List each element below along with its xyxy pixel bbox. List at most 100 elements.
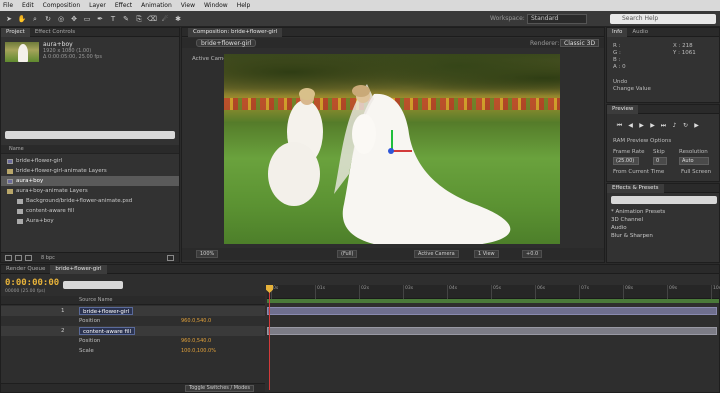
timeline-property-row[interactable]: Position 960.0,540.0 xyxy=(1,336,265,346)
timeline-property-row[interactable]: Position 960.0,540.0 xyxy=(1,316,265,326)
layer-2-duration-bar[interactable] xyxy=(267,327,717,335)
effects-category-item[interactable]: 3D Channel xyxy=(611,217,643,223)
project-item[interactable]: bride+flower-girl-animate Layers xyxy=(1,166,179,176)
timeline-layer-row[interactable]: 1 bride+flower-girl xyxy=(1,306,265,316)
audio-icon[interactable]: ♪ xyxy=(670,122,679,130)
property-value[interactable]: 960.0,540.0 xyxy=(181,338,211,344)
selection-tool-icon[interactable]: ➤ xyxy=(4,14,14,24)
menu-file[interactable]: File xyxy=(3,2,13,9)
effects-category-item[interactable]: * Animation Presets xyxy=(611,209,665,215)
info-x: X : 218 xyxy=(673,43,693,49)
ram-preview-icon[interactable]: ▶ xyxy=(692,122,701,130)
menu-edit[interactable]: Edit xyxy=(22,2,34,9)
frame-rate-dropdown[interactable]: (25.00) xyxy=(613,157,639,165)
layer-name[interactable]: bride+flower-girl xyxy=(79,307,134,315)
menu-help[interactable]: Help xyxy=(237,2,251,9)
tab-audio[interactable]: Audio xyxy=(627,28,653,37)
camera-orbit-icon[interactable]: ◎ xyxy=(56,14,66,24)
workspace-dropdown[interactable]: Standard xyxy=(527,14,587,24)
magnification-dropdown[interactable]: 100% xyxy=(196,250,219,258)
tab-composition[interactable]: Composition: bride+flower-girl xyxy=(188,27,283,37)
full-screen-checkbox[interactable]: Full Screen xyxy=(681,169,711,175)
gizmo-x-axis[interactable] xyxy=(392,150,412,152)
toggle-switches-modes[interactable]: Toggle Switches / Modes xyxy=(185,385,254,392)
project-item[interactable]: content-aware fill xyxy=(1,206,179,216)
skip-field[interactable]: 0 xyxy=(653,157,667,165)
exposure-field[interactable]: +0.0 xyxy=(522,250,543,258)
menu-composition[interactable]: Composition xyxy=(43,2,80,9)
menu-effect[interactable]: Effect xyxy=(115,2,132,9)
tab-preview[interactable]: Preview xyxy=(607,104,639,114)
timeline-layer-row[interactable]: 2 content-aware fill xyxy=(1,326,265,336)
tab-effects-presets[interactable]: Effects & Presets xyxy=(607,183,664,193)
tab-timeline-comp[interactable]: bride+flower-girl xyxy=(50,264,107,274)
first-frame-icon[interactable]: ⏮ xyxy=(615,122,624,130)
bpc-indicator[interactable]: 8 bpc xyxy=(41,255,55,261)
property-value[interactable]: 960.0,540.0 xyxy=(181,318,211,324)
pen-tool-icon[interactable]: ✒ xyxy=(95,14,105,24)
tab-info[interactable]: Info xyxy=(607,27,628,37)
project-item[interactable]: aura+boy-animate Layers xyxy=(1,186,179,196)
resolution-dropdown-preview[interactable]: Auto xyxy=(679,157,709,165)
rectangle-mask-icon[interactable]: ▭ xyxy=(82,14,92,24)
project-item-label: aura+boy-animate Layers xyxy=(16,188,88,194)
rotation-tool-icon[interactable]: ↻ xyxy=(43,14,53,24)
project-item[interactable]: Aura+boy xyxy=(1,216,179,226)
resolution-dropdown[interactable]: (Full) xyxy=(337,250,358,258)
zoom-tool-icon[interactable]: ⌕ xyxy=(30,14,40,24)
roto-brush-icon[interactable]: ☄ xyxy=(160,14,170,24)
project-item[interactable]: aura+boy xyxy=(1,176,179,186)
layer-name[interactable]: content-aware fill xyxy=(79,327,136,335)
trash-icon[interactable] xyxy=(167,255,174,261)
ruler-tick xyxy=(535,285,536,299)
interpret-footage-icon[interactable] xyxy=(5,255,12,261)
view-layout-dropdown[interactable]: 1 View xyxy=(474,250,499,258)
comp-breadcrumb[interactable]: bride+flower-girl xyxy=(196,39,257,47)
project-column-header[interactable]: Name xyxy=(1,145,179,154)
new-comp-icon[interactable] xyxy=(25,255,32,261)
effects-category-item[interactable]: Blur & Sharpen xyxy=(611,233,653,239)
current-time-display[interactable]: 0:00:00:00 xyxy=(5,278,59,288)
pan-behind-icon[interactable]: ✥ xyxy=(69,14,79,24)
layer-1-duration-bar[interactable] xyxy=(267,307,717,315)
from-current-time-checkbox[interactable]: From Current Time xyxy=(613,169,664,175)
project-item[interactable]: Background/bride+flower-animate.psd xyxy=(1,196,179,206)
new-folder-icon[interactable] xyxy=(15,255,22,261)
renderer-dropdown[interactable]: Classic 3D xyxy=(560,39,600,47)
clone-stamp-icon[interactable]: ⎘ xyxy=(134,14,144,24)
effects-search-input[interactable] xyxy=(611,196,717,204)
last-frame-icon[interactable]: ⏭ xyxy=(659,122,668,130)
next-frame-icon[interactable]: ▶ xyxy=(648,122,657,130)
tab-render-queue[interactable]: Render Queue xyxy=(1,265,50,274)
composition-viewer[interactable] xyxy=(224,54,560,244)
menu-window[interactable]: Window xyxy=(204,2,228,9)
eraser-icon[interactable]: ⌫ xyxy=(147,14,157,24)
brush-tool-icon[interactable]: ✎ xyxy=(121,14,131,24)
tab-project[interactable]: Project xyxy=(1,27,30,37)
ram-preview-options-label[interactable]: RAM Preview Options xyxy=(613,138,671,144)
search-help-input[interactable]: Search Help xyxy=(610,14,716,24)
work-area-bar[interactable] xyxy=(267,299,719,303)
tab-effect-controls[interactable]: Effect Controls xyxy=(30,28,80,37)
project-item[interactable]: bride+flower-girl xyxy=(1,156,179,166)
timeline-search-input[interactable] xyxy=(63,281,123,289)
text-tool-icon[interactable]: T xyxy=(108,14,118,24)
frame-rate-label: Frame Rate xyxy=(613,149,645,155)
current-time-indicator[interactable] xyxy=(269,287,270,390)
menu-layer[interactable]: Layer xyxy=(89,2,106,9)
project-search-input[interactable] xyxy=(5,131,175,139)
time-ruler[interactable]: 0s 01s 02s 03s 04s 05s 06s 07s 08s 09s 10s xyxy=(267,285,720,299)
effects-category-item[interactable]: Audio xyxy=(611,225,627,231)
ruler-label: 04s xyxy=(449,286,458,291)
camera-view-dropdown[interactable]: Active Camera xyxy=(414,250,459,258)
property-value[interactable]: 100.0,100.0% xyxy=(181,348,216,354)
gizmo-z-axis[interactable] xyxy=(388,148,394,154)
menu-animation[interactable]: Animation xyxy=(141,2,172,9)
loop-icon[interactable]: ↻ xyxy=(681,122,690,130)
timeline-property-row[interactable]: Scale 100.0,100.0% xyxy=(1,346,265,356)
puppet-pin-icon[interactable]: ✱ xyxy=(173,14,183,24)
menu-view[interactable]: View xyxy=(181,2,195,9)
prev-frame-icon[interactable]: ◀ xyxy=(626,122,635,130)
play-icon[interactable]: ▶ xyxy=(637,122,646,130)
hand-tool-icon[interactable]: ✋ xyxy=(17,14,27,24)
